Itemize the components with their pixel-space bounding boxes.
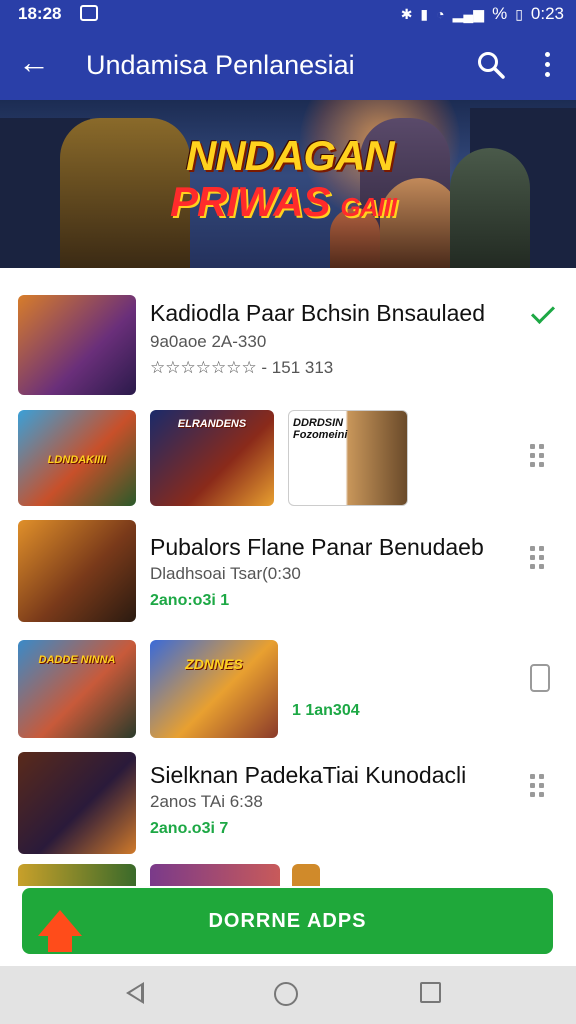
banner-soldier-figure (450, 148, 530, 268)
signal-icon: ▂▄▆ (452, 5, 485, 22)
status-percent: % (492, 4, 508, 23)
status-icons: ✱ ▮ ◔ ▂▄▆ % ▯ 0:23 (401, 4, 564, 24)
thumbnail-caption: ELRANDENS (177, 418, 247, 430)
app-thumbnail (150, 864, 280, 886)
app-thumbnail (18, 520, 136, 622)
battery-icon: ▯ (515, 5, 523, 22)
item-title: Sielknan PadekaTiai Kunodacli (150, 762, 467, 788)
notification-icon (80, 5, 98, 21)
thumbnail-caption: DDRDSIN Fozomeini (293, 417, 348, 441)
item-version: 1 1an304 (292, 702, 360, 719)
grid-dots-icon[interactable] (528, 772, 554, 797)
app-bar: ← Undamisa Penlanesiai (0, 28, 576, 100)
system-nav-bar (0, 966, 576, 1024)
app-thumbnail: ELRANDENS (150, 410, 274, 506)
app-thumbnail (18, 295, 136, 395)
device-icon[interactable] (530, 664, 550, 692)
bluetooth-icon: ✱ (400, 5, 413, 22)
thumbnail-caption: ZDNNES (185, 656, 243, 672)
banner-title: NNDAGAN (186, 132, 395, 179)
app-thumbnail (292, 864, 320, 886)
grid-dots-icon[interactable] (528, 544, 554, 569)
item-title: Pubalors Flane Panar Benudaeb (150, 534, 484, 560)
wifi-icon: ◔ (436, 6, 445, 22)
item-subtitle: 9a0aoe 2A-330 (150, 332, 267, 351)
item-title: Kadiodla Paar Bchsin Bnsaulaed (150, 300, 486, 326)
download-apps-button[interactable]: DORRNE ADPS (22, 888, 553, 954)
app-thumbnail (18, 864, 136, 886)
item-version: 2ano.o3i 7 (150, 820, 229, 837)
list-item[interactable]: LDNDAKIIII ELRANDENS DDRDSIN Fozomeini (0, 408, 576, 508)
thumbnail-caption: LDNDAKIIII (47, 454, 107, 466)
check-icon[interactable] (530, 299, 556, 325)
app-thumbnail: ZDNNES (150, 640, 278, 738)
arrow-up-icon-stem (48, 934, 72, 952)
status-bar: 18:28 ✱ ▮ ◔ ▂▄▆ % ▯ 0:23 (0, 0, 576, 28)
more-vert-icon[interactable] (540, 50, 554, 80)
list-item[interactable]: DADDE NINNA ZDNNES 1 1an304 (0, 638, 576, 740)
banner-subtitle: PRIWAS GAIII (170, 178, 397, 225)
grid-dots-icon[interactable] (528, 442, 554, 467)
item-rating: ☆☆☆☆☆☆☆ - 151 313 (150, 358, 334, 377)
item-version: 2ano:o3i 1 (150, 592, 230, 609)
app-thumbnail: LDNDAKIIII (18, 410, 136, 506)
item-subtitle: Dladhsoai Tsar(0:30 (150, 564, 301, 583)
nav-back-icon[interactable] (126, 982, 144, 1004)
item-subtitle: 2anos TAi 6:38 (150, 792, 263, 811)
battery-small-icon: ▮ (420, 5, 429, 22)
list-item[interactable] (0, 864, 576, 886)
list-item[interactable]: Kadiodla Paar Bchsin Bnsaulaed 9a0aoe 2A… (0, 292, 576, 398)
list-item[interactable]: Pubalors Flane Panar Benudaeb Dladhsoai … (0, 518, 576, 624)
status-time: 18:28 (18, 4, 62, 23)
app-thumbnail: DDRDSIN Fozomeini (288, 410, 408, 506)
page-title: Undamisa Penlanesiai (86, 50, 355, 80)
arrow-up-icon (38, 910, 82, 936)
app-thumbnail (18, 752, 136, 854)
search-icon[interactable] (476, 50, 506, 80)
nav-home-icon[interactable] (274, 982, 298, 1006)
status-clock-right: 0:23 (530, 4, 564, 23)
arrow-left-icon[interactable]: ← (18, 46, 50, 78)
list-item[interactable]: Sielknan PadekaTiai Kunodacli 2anos TAi … (0, 750, 576, 856)
hero-banner[interactable]: NNDAGAN PRIWAS GAIII (0, 100, 576, 268)
nav-recents-icon[interactable] (420, 982, 441, 1003)
thumbnail-caption: DADDE NINNA (38, 654, 116, 666)
app-thumbnail: DADDE NINNA (18, 640, 136, 738)
